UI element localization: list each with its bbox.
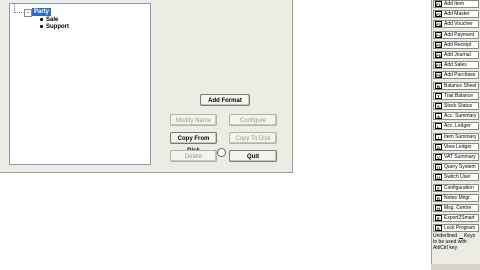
sidebar-item[interactable]: F4 Add Payment xyxy=(433,30,479,39)
shortcut-key-icon: F3 xyxy=(435,21,442,28)
tree-child-node[interactable]: Sale xyxy=(40,17,58,24)
sidebar-item[interactable]: D View Ledger xyxy=(433,142,479,151)
sidebar-item-label: Add Sales xyxy=(444,62,467,69)
sidebar-item[interactable]: F2 Add Master xyxy=(433,10,479,19)
tree-collapse-icon[interactable]: − xyxy=(24,9,32,17)
shortcut-key-icon: F4 xyxy=(435,31,442,38)
shortcut-key-icon: F7 xyxy=(435,62,442,69)
sidebar-item-label: Switch User xyxy=(444,174,471,181)
shortcut-key-icon: F xyxy=(435,184,442,191)
sidebar-item[interactable]: U Switch User xyxy=(433,173,479,182)
shortcut-key-icon: K xyxy=(435,225,442,232)
shortcut-key-icon: F5 xyxy=(435,41,442,48)
sidebar-item[interactable]: F Configuration xyxy=(433,183,479,192)
tree-child-label: Support xyxy=(46,24,69,30)
copy-to-disk-button[interactable]: Copy To Disk xyxy=(229,132,277,144)
sidebar-item-label: Msg. Centre xyxy=(444,205,472,211)
sidebar-item[interactable]: B Balance Sheet xyxy=(433,81,479,90)
sidebar-item[interactable]: R Notes Mngr. xyxy=(433,193,479,202)
shortcut-key-icon: A xyxy=(435,113,442,120)
sidebar-item[interactable]: F8 Add Purchase xyxy=(433,71,479,80)
sidebar-item[interactable]: A Acc. Summary xyxy=(433,112,479,121)
sidebar-item[interactable]: F1 Add Item xyxy=(433,0,479,8)
shortcut-key-icon: L xyxy=(435,123,442,130)
shortcut-key-icon: V xyxy=(435,154,442,160)
shortcut-key-icon: T xyxy=(435,92,442,99)
sidebar-item-label: Add Journal xyxy=(444,52,471,58)
sidebar-item-label: Export2Smart xyxy=(444,215,475,222)
tree-root-node[interactable]: Party xyxy=(32,8,52,16)
sidebar-item-label: Acc. Summary xyxy=(444,113,477,120)
sidebar-item-label: View Ledger xyxy=(444,143,472,150)
shortcut-key-icon: F2 xyxy=(435,11,442,18)
sidebar-item-label: Add Receipt xyxy=(444,41,472,48)
shortcut-key-icon: F6 xyxy=(435,52,442,58)
sidebar-item[interactable]: H Msg. Centre xyxy=(433,204,479,212)
sidebar-item-label: Notes Mngr. xyxy=(444,194,471,201)
shortcut-key-icon: Q xyxy=(435,164,442,171)
tree-connector xyxy=(14,12,22,13)
sidebar-item-label: Balance Sheet xyxy=(444,82,477,89)
shortcut-key-icon: F8 xyxy=(435,72,442,79)
quit-button[interactable]: Quit xyxy=(229,150,277,162)
sidebar-item[interactable]: L Acc. Ledger xyxy=(433,122,479,131)
shortcut-key-icon: S xyxy=(435,103,442,109)
sidebar-item-label: Add Payment xyxy=(444,31,475,38)
sidebar-item[interactable]: F3 Add Voucher xyxy=(433,20,479,29)
format-dialog-panel: − Party Sale Support Add Format Modify N… xyxy=(0,0,293,173)
sidebar-item[interactable]: F7 Add Sales xyxy=(433,61,479,70)
sidebar-item[interactable]: K Lock Program xyxy=(433,224,479,233)
sidebar-item-label: Add Item xyxy=(444,1,465,7)
sidebar-item-label: Stock Status xyxy=(444,103,473,109)
shortcut-key-icon: F1 xyxy=(435,1,442,7)
shortcut-key-icon: R xyxy=(435,194,442,201)
sidebar-item[interactable]: F6 Add Journal xyxy=(433,51,479,59)
sidebar-item-label: Add Master xyxy=(444,11,470,18)
shortcut-key-icon: I xyxy=(435,133,442,140)
tree-child-label: Sale xyxy=(46,17,59,23)
configure-button[interactable]: Configure xyxy=(229,114,277,126)
sidebar-item[interactable]: Q Query System xyxy=(433,163,479,172)
sidebar-item-label: Item Summary xyxy=(444,133,477,140)
shortcut-key-icon: U xyxy=(435,174,442,181)
bullet-icon xyxy=(40,17,43,21)
delete-button[interactable]: Delete xyxy=(170,150,217,162)
modify-name-button[interactable]: Modify Name xyxy=(170,114,217,126)
sidebar-item[interactable]: I Item Summary xyxy=(433,132,479,141)
bullet-icon xyxy=(40,24,43,28)
sidebar-item[interactable]: S Stock Status xyxy=(433,102,479,110)
sidebar-item[interactable]: T Trial Balance xyxy=(433,91,479,100)
sidebar-item[interactable]: V VAT Summary xyxy=(433,153,479,161)
format-tree[interactable]: − Party Sale Support xyxy=(9,3,151,165)
sidebar-item-label: Trial Balance xyxy=(444,92,473,99)
shortcut-key-icon: H xyxy=(435,205,442,211)
sidebar-item[interactable]: E Export2Smart xyxy=(433,214,479,223)
sidebar-item-label: Acc. Ledger xyxy=(444,123,471,130)
sidebar-item-label: Add Purchase xyxy=(444,72,476,79)
copy-from-disk-button[interactable]: Copy From Disk xyxy=(170,132,217,154)
tree-child-node[interactable]: Support xyxy=(40,24,69,31)
sidebar-item-label: Configuration xyxy=(444,184,474,191)
sidebar-item-label: Lock Program xyxy=(444,225,476,232)
sidebar-item-label: VAT Summary xyxy=(444,154,476,160)
mouse-cursor-icon xyxy=(217,148,226,157)
shortcut-key-icon: D xyxy=(435,143,442,150)
sidebar-item[interactable]: F5 Add Receipt xyxy=(433,40,479,49)
shortcut-key-icon: E xyxy=(435,215,442,222)
add-format-button[interactable]: Add Format xyxy=(200,94,250,106)
status-strip xyxy=(431,264,480,270)
shortcut-note: Underlined Keys to be used with Alt/Ctrl… xyxy=(433,233,479,251)
sidebar-item-label: Query System xyxy=(444,164,476,171)
shortcut-key-icon: B xyxy=(435,82,442,89)
sidebar-item-label: Add Voucher xyxy=(444,21,473,28)
